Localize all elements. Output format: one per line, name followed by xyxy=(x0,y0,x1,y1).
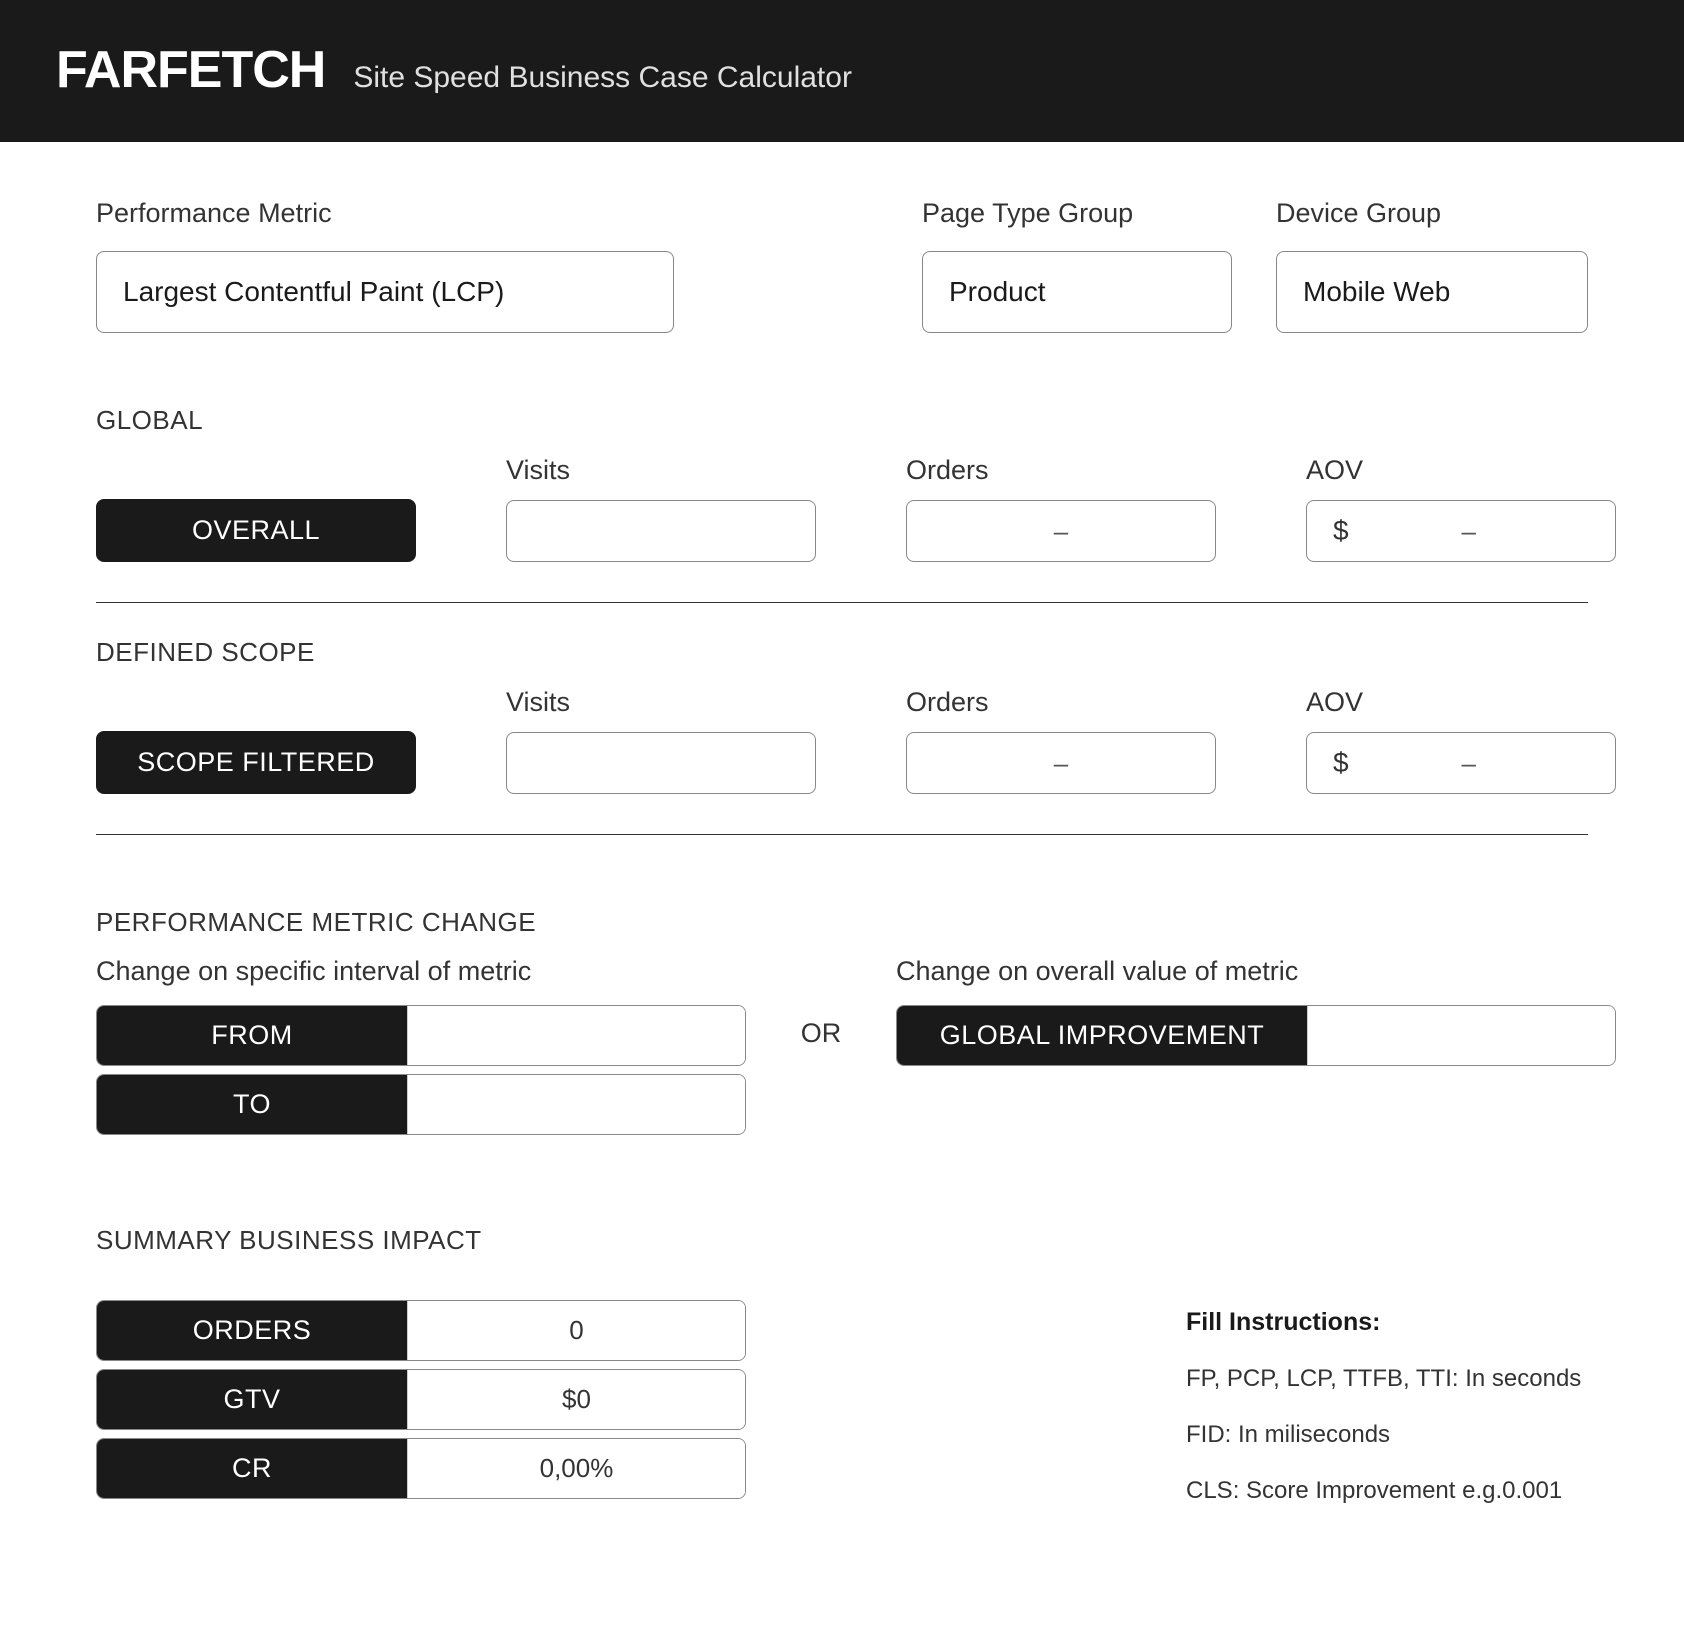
scope-aov-currency: $ xyxy=(1333,747,1349,779)
metric-label: Performance Metric xyxy=(96,198,674,229)
to-input[interactable] xyxy=(407,1075,745,1134)
scope-aov-number: – xyxy=(1349,748,1589,779)
global-orders-header: Orders xyxy=(906,455,1216,486)
global-improvement-input[interactable] xyxy=(1307,1006,1615,1065)
metric-select[interactable]: Largest Contentful Paint (LCP) xyxy=(96,251,674,333)
global-improvement-label: GLOBAL IMPROVEMENT xyxy=(897,1006,1307,1065)
scope-filtered-badge: SCOPE FILTERED xyxy=(96,731,416,794)
global-visits-header: Visits xyxy=(506,455,816,486)
instructions-line-2: FID: In miliseconds xyxy=(1186,1421,1588,1449)
summary-gtv-value: $0 xyxy=(407,1370,745,1429)
global-section-label: GLOBAL xyxy=(96,405,1588,436)
scope-orders-value: – xyxy=(906,732,1216,794)
summary-cr-row: CR 0,00% xyxy=(96,1438,746,1499)
overall-badge: OVERALL xyxy=(96,499,416,562)
from-input[interactable] xyxy=(407,1006,745,1065)
to-label: TO xyxy=(97,1075,407,1134)
to-field: TO xyxy=(96,1074,746,1135)
summary-section: SUMMARY BUSINESS IMPACT ORDERS 0 GTV $0 … xyxy=(96,1225,1588,1533)
pagetype-label: Page Type Group xyxy=(922,198,1232,229)
summary-cr-value: 0,00% xyxy=(407,1439,745,1498)
scope-section-label: DEFINED SCOPE xyxy=(96,637,1588,668)
change-overall-label: Change on overall value of metric xyxy=(896,956,1616,987)
app-header: FARFETCH Site Speed Business Case Calcul… xyxy=(0,0,1684,142)
pagetype-select[interactable]: Product xyxy=(922,251,1232,333)
filter-row: Performance Metric Largest Contentful Pa… xyxy=(96,198,1588,333)
summary-orders-value: 0 xyxy=(407,1301,745,1360)
summary-gtv-label: GTV xyxy=(97,1370,407,1429)
global-aov-currency: $ xyxy=(1333,515,1349,547)
instructions-line-1: FP, PCP, LCP, TTFB, TTI: In seconds xyxy=(1186,1365,1588,1393)
scope-visits-header: Visits xyxy=(506,687,816,718)
instructions-title: Fill Instructions: xyxy=(1186,1308,1588,1337)
change-section: PERFORMANCE METRIC CHANGE Change on spec… xyxy=(96,907,1588,1135)
logo: FARFETCH xyxy=(56,40,325,100)
summary-section-label: SUMMARY BUSINESS IMPACT xyxy=(96,1225,1588,1256)
scope-visits-input[interactable] xyxy=(506,732,816,794)
change-interval-label: Change on specific interval of metric xyxy=(96,956,746,987)
scope-aov-header: AOV xyxy=(1306,687,1616,718)
summary-cr-label: CR xyxy=(97,1439,407,1498)
or-separator: OR xyxy=(776,956,866,1049)
scope-orders-header: Orders xyxy=(906,687,1216,718)
device-select[interactable]: Mobile Web xyxy=(1276,251,1588,333)
summary-orders-row: ORDERS 0 xyxy=(96,1300,746,1361)
from-label: FROM xyxy=(97,1006,407,1065)
change-interval-column: Change on specific interval of metric FR… xyxy=(96,956,746,1135)
global-aov-value: $ – xyxy=(1306,500,1616,562)
change-overall-column: Change on overall value of metric GLOBAL… xyxy=(896,956,1616,1066)
global-improvement-field: GLOBAL IMPROVEMENT xyxy=(896,1005,1616,1066)
global-row: . OVERALL Visits Orders – AOV $ – xyxy=(96,454,1588,603)
global-visits-input[interactable] xyxy=(506,500,816,562)
scope-aov-value: $ – xyxy=(1306,732,1616,794)
device-label: Device Group xyxy=(1276,198,1588,229)
instructions-line-3: CLS: Score Improvement e.g.0.001 xyxy=(1186,1477,1588,1505)
summary-gtv-row: GTV $0 xyxy=(96,1369,746,1430)
summary-table: ORDERS 0 GTV $0 CR 0,00% xyxy=(96,1300,746,1499)
instructions-panel: Fill Instructions: FP, PCP, LCP, TTFB, T… xyxy=(1186,1300,1588,1533)
scope-row: . SCOPE FILTERED Visits Orders – AOV $ – xyxy=(96,686,1588,835)
global-aov-number: – xyxy=(1349,516,1589,547)
summary-orders-label: ORDERS xyxy=(97,1301,407,1360)
global-aov-header: AOV xyxy=(1306,455,1616,486)
main-content: Performance Metric Largest Contentful Pa… xyxy=(0,142,1684,1593)
from-field: FROM xyxy=(96,1005,746,1066)
global-orders-value: – xyxy=(906,500,1216,562)
change-section-label: PERFORMANCE METRIC CHANGE xyxy=(96,907,1588,938)
page-title: Site Speed Business Case Calculator xyxy=(353,61,852,95)
